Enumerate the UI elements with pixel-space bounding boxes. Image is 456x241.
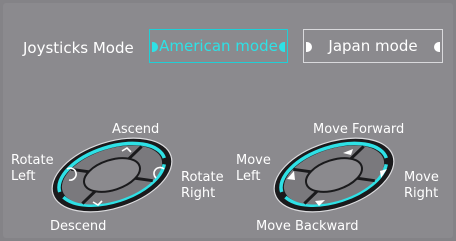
joysticks-mode-label: Joysticks Mode: [23, 39, 134, 57]
tab-marker-left-icon: [306, 42, 312, 52]
tab-marker-left-icon: [152, 42, 158, 52]
move-left-label-line2: Left: [236, 169, 261, 184]
move-backward-label: Move Backward: [256, 219, 359, 234]
tab-marker-right-icon: [434, 42, 440, 52]
right-joystick-pad: [273, 137, 395, 213]
tab-marker-right-icon: [279, 42, 285, 52]
american-mode-button[interactable]: American mode: [149, 29, 288, 63]
rotate-right-label-line1: Rotate: [181, 170, 224, 185]
rotate-left-label-line1: Rotate: [11, 153, 54, 168]
left-joystick-pad: [51, 137, 173, 213]
ascend-label: Ascend: [112, 122, 160, 137]
move-forward-label: Move Forward: [313, 122, 405, 137]
american-mode-label: American mode: [159, 37, 278, 55]
rotate-right-label-line2: Right: [181, 186, 216, 201]
descend-label: Descend: [50, 219, 107, 234]
move-right-label-line1: Move: [404, 170, 439, 185]
japan-mode-button[interactable]: Japan mode: [303, 29, 443, 63]
rotate-left-label-line2: Left: [11, 169, 36, 184]
japan-mode-label: Japan mode: [328, 37, 418, 55]
move-right-label-line2: Right: [404, 186, 439, 201]
move-left-label-line1: Move: [236, 153, 271, 168]
